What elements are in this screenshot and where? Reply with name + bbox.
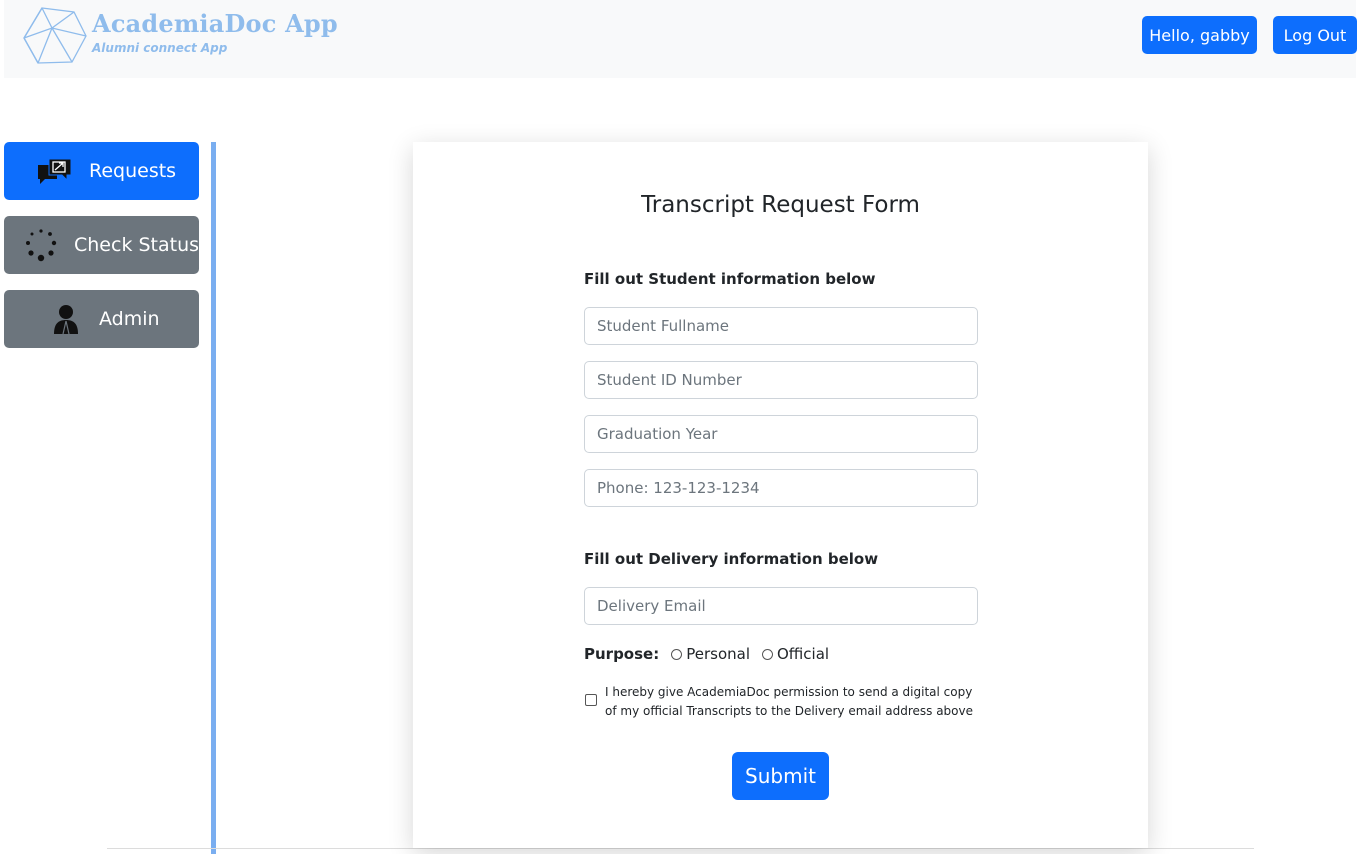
purpose-option-official[interactable]: Official — [761, 645, 830, 663]
purpose-option-personal[interactable]: Personal — [671, 645, 750, 663]
consent-text: I hereby give AcademiaDoc permission to … — [605, 685, 973, 718]
footer-divider — [107, 848, 1254, 849]
sidebar-item-admin[interactable]: Admin — [4, 290, 199, 348]
consent-checkbox[interactable] — [585, 694, 597, 706]
sidebar-divider — [211, 142, 216, 854]
sidebar-item-label: Check Status — [74, 234, 200, 256]
submit-button[interactable]: Submit — [732, 752, 829, 800]
sidebar-item-check-status[interactable]: Check Status — [4, 216, 199, 274]
radio-label: Official — [776, 645, 830, 663]
graduation-year-input[interactable] — [584, 415, 978, 453]
delivery-section-heading: Fill out Delivery information below — [584, 550, 879, 568]
student-id-input[interactable] — [584, 361, 978, 399]
top-navbar: AcademiaDoc App Alumni connect App Hello… — [4, 0, 1357, 78]
chat-request-icon — [38, 158, 72, 184]
app-title: AcademiaDoc App — [92, 9, 338, 38]
radio-button[interactable] — [761, 648, 773, 660]
purpose-label: Purpose: — [584, 645, 660, 663]
student-section-heading: Fill out Student information below — [584, 270, 876, 288]
logout-button[interactable]: Log Out — [1273, 16, 1357, 54]
transcript-request-card: Transcript Request Form Fill out Student… — [413, 142, 1148, 848]
sidebar-item-label: Requests — [89, 160, 177, 182]
logo-icon — [23, 7, 87, 64]
radio-button[interactable] — [671, 648, 683, 660]
student-fullname-input[interactable] — [584, 307, 978, 345]
form-title: Transcript Request Form — [641, 192, 920, 218]
radio-label: Personal — [686, 645, 750, 663]
sidebar-item-label: Admin — [99, 308, 160, 330]
delivery-email-input[interactable] — [584, 587, 978, 625]
loading-spinner-icon — [26, 229, 57, 262]
sidebar-item-requests[interactable]: Requests — [4, 142, 199, 200]
app-subtitle: Alumni connect App — [92, 41, 228, 55]
purpose-group: Purpose: Personal Official — [584, 644, 841, 664]
user-icon — [54, 305, 78, 334]
phone-input[interactable] — [584, 469, 978, 507]
user-greeting-button[interactable]: Hello, gabby — [1142, 16, 1257, 54]
